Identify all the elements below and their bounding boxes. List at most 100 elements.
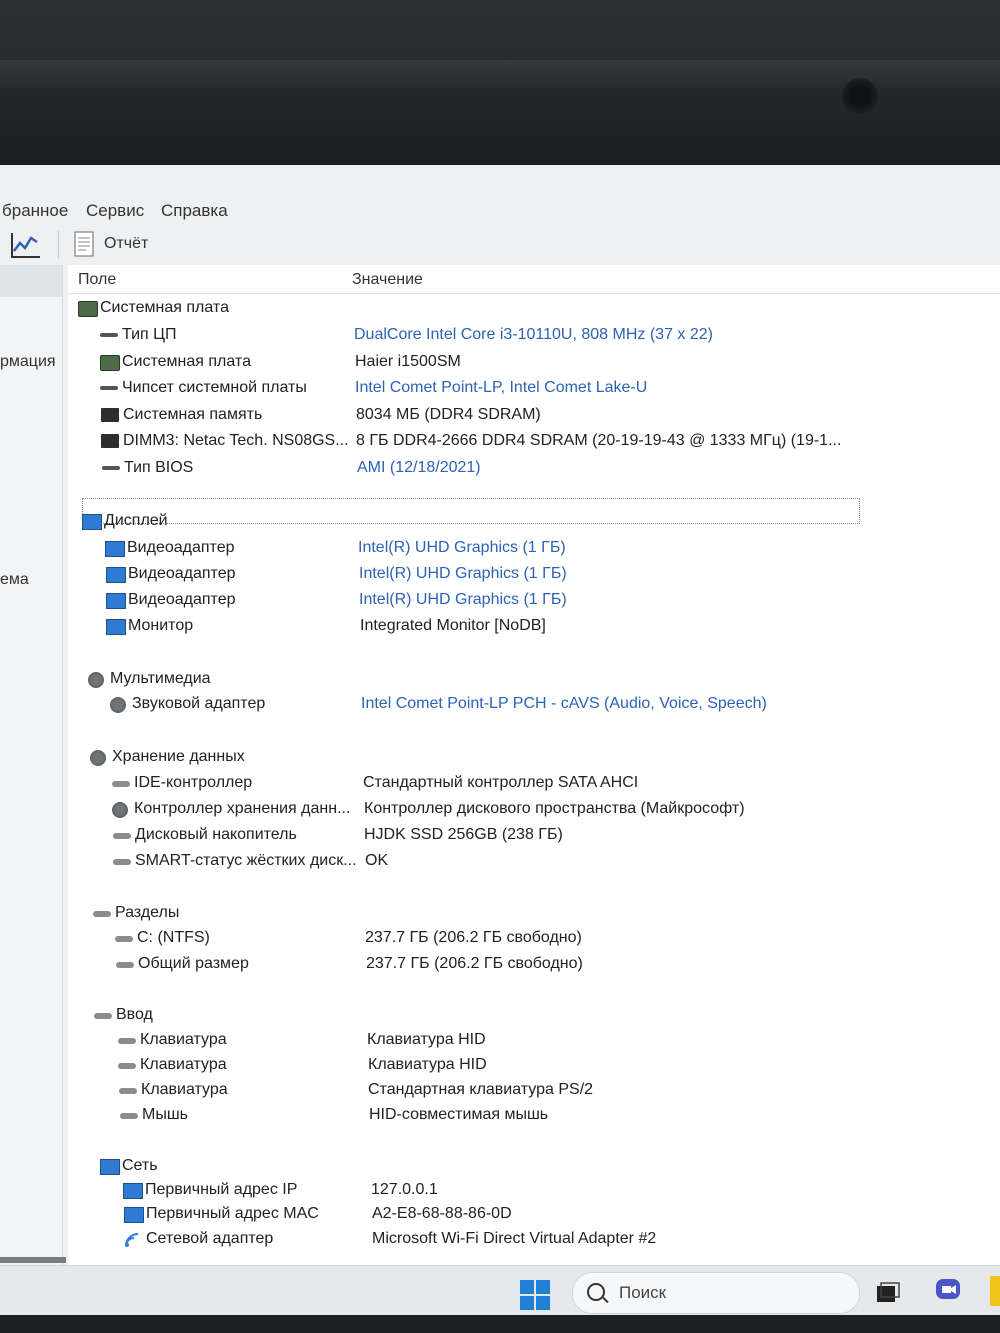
column-field-header[interactable]: Поле [78, 271, 116, 289]
field-name: Клавиатура [141, 1081, 228, 1098]
display-icon [106, 593, 126, 609]
selection-focus-box [82, 498, 860, 524]
field-value: Стандартная клавиатура PS/2 [368, 1081, 594, 1098]
list-item[interactable]: Тип ЦП DualCore Intel Core i3-10110U, 808… [68, 324, 1000, 348]
menu-service[interactable]: Сервис [86, 201, 144, 221]
motherboard-icon [100, 355, 120, 371]
field-name: Тип BIOS [124, 459, 194, 476]
list-item[interactable]: Звуковой адаптер Intel Comet Point-LP PCH… [68, 693, 1000, 717]
field-name: Чипсет системной платы [122, 379, 307, 396]
field-value: HJDK SSD 256GB (238 ГБ) [364, 826, 563, 843]
field-name: DIMM3: Netac Tech. NS08GS... [123, 432, 349, 449]
file-explorer-icon[interactable] [990, 1276, 1000, 1306]
list-item[interactable]: Тип BIOS AMI (12/18/2021) [68, 457, 1000, 481]
field-value-link[interactable]: Intel Comet Point-LP PCH - cAVS (Audio, … [361, 695, 767, 713]
field-name: SMART-статус жёстких диск... [135, 852, 357, 869]
field-value: Integrated Monitor [NoDB] [360, 617, 546, 634]
field-name: Клавиатура [140, 1031, 227, 1048]
cpu-icon [102, 461, 120, 475]
tree-item-information[interactable]: рмация [0, 353, 56, 371]
field-name: Мышь [142, 1106, 188, 1123]
details-list: Поле Значение Системная плата Тип ЦП DualC… [68, 265, 1000, 1265]
list-item[interactable]: Видеоадаптер Intel(R) UHD Graphics (1 ГБ) [68, 537, 1000, 561]
field-value-link[interactable]: Intel(R) UHD Graphics (1 ГБ) [359, 565, 567, 583]
field-name: Сетевой адаптер [146, 1230, 274, 1247]
list-item[interactable]: Дисковый накопитель HJDK SSD 256GB (238 Г… [68, 824, 1000, 848]
wifi-icon [124, 1232, 142, 1247]
list-item[interactable]: Системная память 8034 МБ (DDR4 SDRAM) [68, 404, 1000, 428]
screen: бранное Сервис Справка Отчёт рмация ема … [0, 165, 1000, 1315]
display-icon [106, 567, 126, 583]
field-name: Клавиатура [140, 1056, 227, 1073]
list-item[interactable]: Клавиатура Клавиатура HID [68, 1054, 1000, 1078]
field-name: Первичный адрес MAC [146, 1205, 319, 1222]
taskbar: Поиск [0, 1265, 1000, 1315]
field-value-link[interactable]: DualCore Intel Core i3-10110U, 808 MHz (… [354, 326, 713, 344]
field-name: Контроллер хранения данн... [134, 800, 351, 817]
network-icon [124, 1207, 144, 1223]
field-value: HID-совместимая мышь [369, 1106, 549, 1123]
field-value-link[interactable]: Intel(R) UHD Graphics (1 ГБ) [358, 539, 566, 557]
multimedia-icon [90, 750, 106, 766]
list-item[interactable]: Видеоадаптер Intel(R) UHD Graphics (1 ГБ) [68, 589, 1000, 613]
list-item[interactable]: Клавиатура Стандартная клавиатура PS/2 [68, 1079, 1000, 1103]
field-name: Тип ЦП [122, 326, 177, 343]
multimedia-icon [112, 802, 128, 818]
list-item[interactable]: Сетевой адаптер Microsoft Wi-Fi Direct Vi… [68, 1228, 1000, 1252]
column-value-header[interactable]: Значение [352, 271, 423, 289]
list-item[interactable]: IDE-контроллер Стандартный контроллер SAT… [68, 772, 1000, 796]
section-title: Хранение данных [112, 748, 245, 765]
section-title: Мультимедиа [110, 670, 211, 687]
list-item[interactable]: Клавиатура Клавиатура HID [68, 1029, 1000, 1053]
field-value-link[interactable]: AMI (12/18/2021) [357, 459, 481, 477]
tree-item-system[interactable]: ема [0, 571, 29, 589]
field-value: Контроллер дискового пространства (Майкр… [364, 800, 745, 817]
storage-icon [119, 1083, 137, 1097]
field-name: Видеоадаптер [128, 591, 236, 608]
list-item[interactable]: Контроллер хранения данн... Контроллер ди… [68, 798, 1000, 822]
field-name: Системная память [123, 406, 263, 423]
taskbar-search[interactable]: Поиск [572, 1272, 860, 1314]
field-value-link[interactable]: Intel(R) UHD Graphics (1 ГБ) [359, 591, 567, 609]
menu-bar: бранное Сервис Справка [0, 195, 1000, 225]
list-item[interactable]: Первичный адрес MAC A2-E8-68-88-86-0D [68, 1203, 1000, 1227]
section-title: Системная плата [100, 299, 229, 316]
storage-icon [113, 828, 131, 842]
network-icon [123, 1183, 143, 1199]
list-item[interactable]: C: (NTFS) 237.7 ГБ (206.2 ГБ свободно) [68, 927, 1000, 951]
list-item[interactable]: DIMM3: Netac Tech. NS08GS... 8 ГБ DDR4-26… [68, 430, 1000, 454]
list-item[interactable]: Видеоадаптер Intel(R) UHD Graphics (1 ГБ) [68, 563, 1000, 587]
list-item[interactable]: Чипсет системной платы Intel Comet Point-… [68, 377, 1000, 401]
webcam [842, 78, 878, 114]
storage-icon [120, 1108, 138, 1122]
field-name: Монитор [128, 617, 194, 634]
list-item[interactable]: Первичный адрес IP 127.0.0.1 [68, 1179, 1000, 1203]
chat-app-icon[interactable] [934, 1276, 964, 1304]
report-button-label[interactable]: Отчёт [104, 235, 148, 253]
field-value: OK [365, 852, 389, 869]
list-item[interactable]: Мышь HID-совместимая мышь [68, 1104, 1000, 1128]
left-panel-scrollbar[interactable] [0, 1257, 66, 1263]
field-name: Видеоадаптер [127, 539, 235, 556]
menu-help[interactable]: Справка [161, 201, 228, 221]
list-item[interactable]: Общий размер 237.7 ГБ (206.2 ГБ свободно) [68, 953, 1000, 977]
field-value-link[interactable]: Intel Comet Point-LP, Intel Comet Lake-U [355, 379, 647, 397]
memory-icon [101, 434, 119, 448]
field-value: A2-E8-68-88-86-0D [372, 1205, 512, 1222]
list-item[interactable]: Системная плата Haier i1500SM [68, 351, 1000, 375]
field-name: Дисковый накопитель [135, 826, 297, 843]
field-name: Общий размер [138, 955, 249, 972]
list-item[interactable]: SMART-статус жёстких диск... OK [68, 850, 1000, 874]
field-name: Первичный адрес IP [145, 1181, 298, 1198]
storage-icon [118, 1058, 136, 1072]
field-value: 8034 МБ (DDR4 SDRAM) [356, 406, 541, 423]
report-icon[interactable] [74, 231, 94, 257]
windows-logo-icon[interactable] [520, 1280, 550, 1310]
list-item[interactable]: Монитор Integrated Monitor [NoDB] [68, 615, 1000, 639]
menu-favorites[interactable]: бранное [2, 201, 68, 221]
field-name: Видеоадаптер [128, 565, 236, 582]
task-view-icon[interactable] [876, 1282, 900, 1304]
left-tree-panel: рмация ема [0, 265, 66, 1265]
chart-icon[interactable] [8, 229, 44, 261]
storage-icon [118, 1033, 136, 1047]
